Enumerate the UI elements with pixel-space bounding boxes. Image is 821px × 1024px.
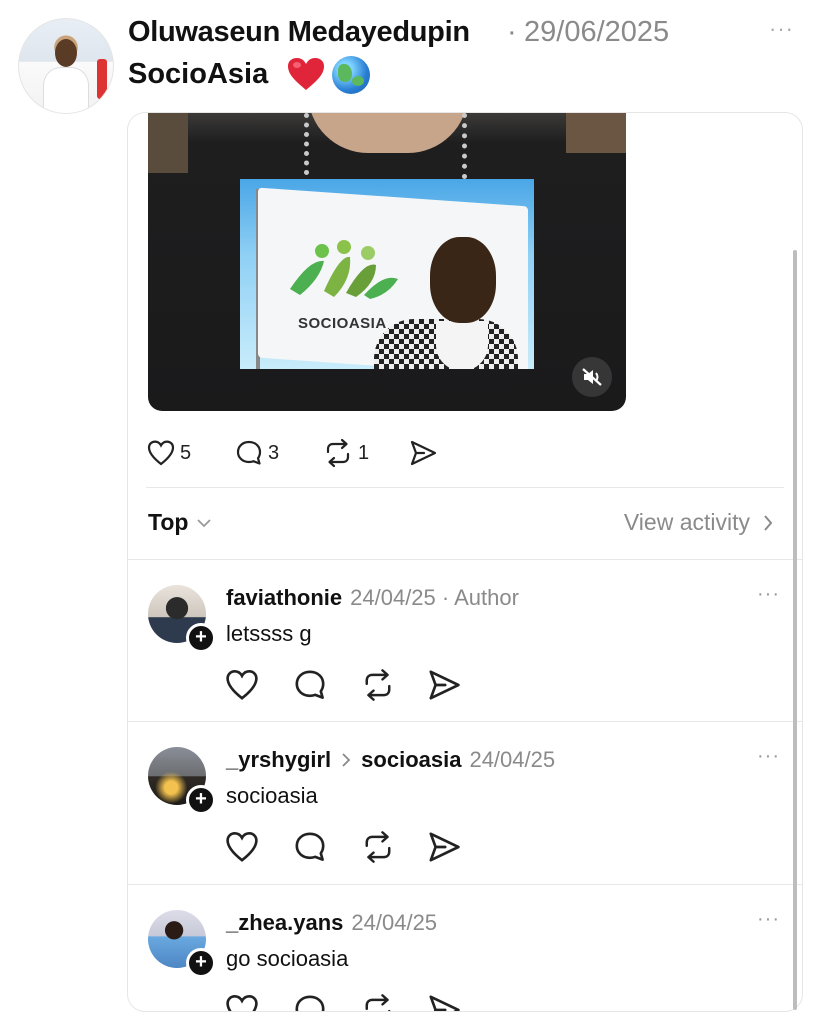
person-face (430, 237, 496, 323)
chevron-right-icon (342, 753, 351, 767)
post-actions: 5 3 1 (146, 435, 546, 471)
comment-username[interactable]: _yrshygirl (226, 747, 331, 773)
sort-dropdown[interactable]: Top (148, 509, 212, 536)
follow-plus-icon[interactable]: + (186, 948, 216, 978)
red-heart-icon (288, 58, 324, 90)
speaker-muted-icon (582, 368, 602, 386)
comment-item: + faviathonie 24/04/25 · Author letssss … (128, 559, 802, 719)
like-button[interactable]: 5 (146, 435, 191, 471)
comment-button[interactable]: 3 (234, 435, 279, 471)
comment-item: + _zhea.yans 24/04/25 go socioasia ··· (128, 884, 802, 1012)
comment-username[interactable]: faviathonie (226, 585, 342, 611)
author-name[interactable]: Oluwaseun Medayedupin (128, 16, 470, 49)
heart-outline-icon[interactable] (224, 667, 260, 703)
view-activity-label: View activity (623, 509, 750, 535)
repost-button[interactable]: 1 (322, 435, 369, 471)
comment-bubble-icon[interactable] (292, 667, 328, 703)
follow-plus-icon[interactable]: + (186, 623, 216, 653)
chevron-right-icon (764, 514, 773, 531)
socioasia-logo-icon (290, 240, 398, 299)
post-text: SocioAsia (128, 58, 269, 90)
post-video[interactable]: SOCIOASIA (148, 113, 626, 411)
comment-bubble-icon (236, 440, 262, 465)
comment-username[interactable]: _zhea.yans (226, 910, 343, 936)
repost-icon[interactable] (360, 992, 396, 1012)
comment-more-button[interactable]: ··· (757, 745, 780, 768)
send-icon[interactable] (426, 667, 462, 703)
comment-text: letssss g (226, 621, 312, 646)
repost-icon[interactable] (360, 667, 396, 703)
heart-outline-icon[interactable] (224, 992, 260, 1012)
comment-actions (224, 667, 484, 703)
share-button[interactable] (408, 435, 438, 471)
send-icon (410, 440, 437, 466)
view-activity-link[interactable]: View activity (624, 509, 774, 536)
chevron-down-icon (197, 518, 212, 527)
post-more-button[interactable]: ··· (769, 16, 794, 42)
comment-item: + _yrshygirl socioasia 24/04/25 socioasi… (128, 721, 802, 881)
comment-date: 24/04/25 (469, 747, 556, 772)
comment-actions (224, 992, 484, 1012)
comment-bubble-icon[interactable] (292, 992, 328, 1012)
send-icon[interactable] (426, 992, 462, 1012)
send-icon[interactable] (426, 829, 462, 865)
divider (146, 487, 784, 488)
sort-label: Top (148, 509, 189, 535)
comment-count: 3 (268, 441, 280, 464)
reply-to-username[interactable]: socioasia (361, 747, 461, 773)
mute-button[interactable] (572, 357, 612, 397)
comment-text: socioasia (226, 783, 318, 808)
comment-text: go socioasia (226, 946, 349, 971)
flag-image: SOCIOASIA (240, 179, 534, 369)
heart-outline-icon (147, 440, 175, 466)
repost-icon (326, 438, 350, 468)
comment-bubble-icon[interactable] (292, 829, 328, 865)
post-card: SOCIOASIA 5 3 1 Top View activity + favi… (127, 112, 803, 1012)
header-separator: · (507, 16, 517, 48)
post-date: 29/06/2025 (524, 16, 670, 48)
comment-more-button[interactable]: ··· (757, 908, 780, 931)
globe-asia-icon (332, 56, 370, 94)
comment-date: 24/04/25 (351, 910, 438, 935)
like-count: 5 (180, 441, 192, 464)
comment-meta: 24/04/25 · Author (350, 585, 519, 610)
author-avatar[interactable] (18, 18, 114, 114)
repost-count: 1 (358, 441, 370, 464)
logo-text: SOCIOASIA (298, 315, 387, 332)
comment-actions (224, 829, 484, 865)
follow-plus-icon[interactable]: + (186, 785, 216, 815)
repost-icon[interactable] (360, 829, 396, 865)
comment-more-button[interactable]: ··· (757, 583, 780, 606)
heart-outline-icon[interactable] (224, 829, 260, 865)
scrollbar[interactable] (793, 250, 797, 1010)
